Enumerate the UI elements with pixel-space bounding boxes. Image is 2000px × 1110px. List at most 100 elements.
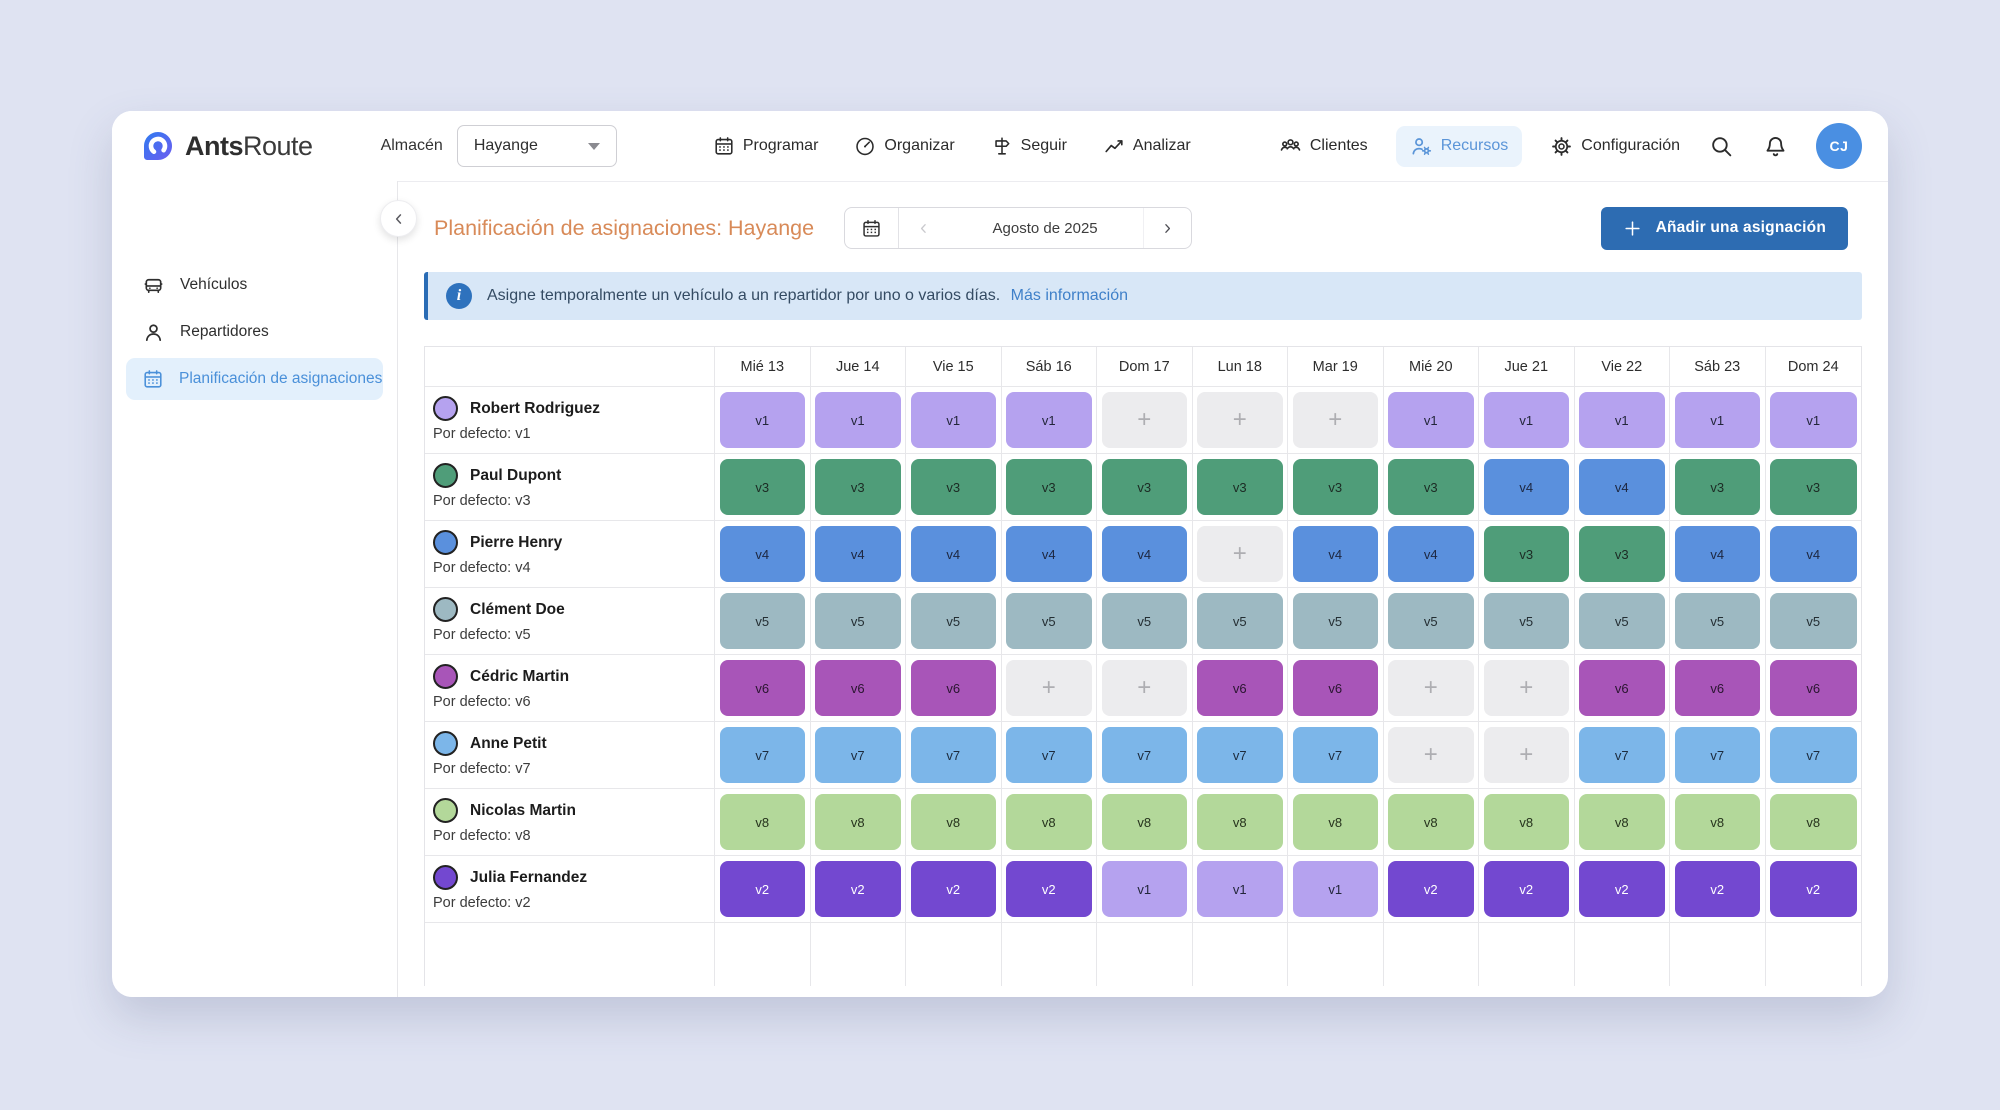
nav-item-recursos[interactable]: Recursos (1395, 125, 1523, 167)
assignment-cell[interactable]: v3 (1383, 454, 1479, 521)
assignment-chip[interactable]: v6 (719, 660, 805, 716)
assignment-chip[interactable]: v1 (1579, 392, 1665, 448)
assignment-chip[interactable]: v2 (719, 861, 805, 917)
assignment-cell[interactable]: v3 (1479, 521, 1575, 588)
assignment-chip[interactable]: v4 (1674, 526, 1760, 582)
assignment-chip[interactable]: v1 (1674, 392, 1760, 448)
assignment-cell[interactable]: + (1192, 387, 1288, 454)
assignment-cell[interactable]: v1 (1765, 387, 1861, 454)
assignment-cell[interactable]: + (1097, 387, 1193, 454)
assignment-cell[interactable]: v7 (1574, 722, 1670, 789)
assignment-chip[interactable]: v5 (1579, 593, 1665, 649)
assignment-cell[interactable]: v1 (810, 387, 906, 454)
assignment-chip[interactable]: v1 (719, 392, 805, 448)
assignment-cell[interactable]: v7 (1001, 722, 1097, 789)
assignment-chip[interactable]: v7 (719, 727, 805, 783)
assignment-cell[interactable]: v7 (1097, 722, 1193, 789)
empty-assignment-chip[interactable]: + (1483, 660, 1569, 716)
calendar-picker-button[interactable] (845, 208, 900, 248)
assignment-cell[interactable]: v2 (1001, 856, 1097, 923)
assignment-cell[interactable]: v3 (906, 454, 1002, 521)
assignment-chip[interactable]: v1 (910, 392, 996, 448)
assignment-chip[interactable]: v5 (815, 593, 901, 649)
nav-item-analizar[interactable]: Analizar (1103, 135, 1191, 157)
assignment-chip[interactable]: v7 (1674, 727, 1760, 783)
assignment-chip[interactable]: v2 (1770, 861, 1857, 917)
assignment-chip[interactable]: v2 (910, 861, 996, 917)
assignment-cell[interactable]: v4 (1479, 454, 1575, 521)
assignment-cell[interactable]: v5 (1001, 588, 1097, 655)
assignment-chip[interactable]: v8 (1006, 794, 1092, 850)
assignment-chip[interactable]: v6 (1292, 660, 1378, 716)
assignment-cell[interactable]: + (1479, 722, 1575, 789)
assignment-chip[interactable]: v7 (1197, 727, 1283, 783)
assignment-chip[interactable]: v4 (1483, 459, 1569, 515)
sidebar-item-planificaci-n-de-asignaciones[interactable]: Planificación de asignaciones (126, 358, 383, 400)
assignment-cell[interactable]: v7 (715, 722, 811, 789)
assignment-cell[interactable]: v2 (906, 856, 1002, 923)
assignment-chip[interactable]: v1 (1197, 861, 1283, 917)
assignment-cell[interactable]: v2 (1670, 856, 1766, 923)
assignment-chip[interactable]: v6 (1197, 660, 1283, 716)
empty-assignment-chip[interactable]: + (1101, 660, 1187, 716)
assignment-cell[interactable]: v7 (906, 722, 1002, 789)
assignment-cell[interactable]: + (1097, 655, 1193, 722)
assignment-chip[interactable]: v5 (1388, 593, 1474, 649)
assignment-chip[interactable]: v5 (1292, 593, 1378, 649)
assignment-cell[interactable]: v7 (1192, 722, 1288, 789)
assignment-cell[interactable]: v3 (1192, 454, 1288, 521)
assignment-chip[interactable]: v7 (815, 727, 901, 783)
assignment-chip[interactable]: v7 (1292, 727, 1378, 783)
empty-assignment-chip[interactable]: + (1292, 392, 1378, 448)
assignment-chip[interactable]: v2 (1483, 861, 1569, 917)
assignment-chip[interactable]: v3 (1292, 459, 1378, 515)
sidebar-item-repartidores[interactable]: Repartidores (126, 311, 383, 353)
assignment-cell[interactable]: v2 (1383, 856, 1479, 923)
assignment-chip[interactable]: v6 (1674, 660, 1760, 716)
assignment-cell[interactable]: v1 (1288, 856, 1384, 923)
assignment-cell[interactable]: v1 (1192, 856, 1288, 923)
assignment-cell[interactable]: v1 (1670, 387, 1766, 454)
assignment-chip[interactable]: v3 (1101, 459, 1187, 515)
assignment-chip[interactable]: v5 (719, 593, 805, 649)
assignment-chip[interactable]: v2 (1006, 861, 1092, 917)
assignment-cell[interactable]: v4 (1288, 521, 1384, 588)
assignment-cell[interactable]: v7 (1288, 722, 1384, 789)
empty-assignment-chip[interactable]: + (1006, 660, 1092, 716)
assignment-chip[interactable]: v2 (1579, 861, 1665, 917)
assignment-chip[interactable]: v4 (1006, 526, 1092, 582)
assignment-chip[interactable]: v7 (1006, 727, 1092, 783)
assignment-cell[interactable]: v8 (1288, 789, 1384, 856)
assignment-chip[interactable]: v1 (1483, 392, 1569, 448)
assignment-cell[interactable]: v5 (810, 588, 906, 655)
assignment-chip[interactable]: v3 (1388, 459, 1474, 515)
assignment-chip[interactable]: v3 (719, 459, 805, 515)
assignment-cell[interactable]: + (1001, 655, 1097, 722)
assignment-cell[interactable]: v8 (1192, 789, 1288, 856)
assignment-cell[interactable]: v3 (715, 454, 811, 521)
assignment-cell[interactable]: v4 (906, 521, 1002, 588)
assignment-cell[interactable]: v5 (1670, 588, 1766, 655)
assignment-cell[interactable]: v5 (1574, 588, 1670, 655)
assignment-chip[interactable]: v1 (1101, 861, 1187, 917)
assignment-cell[interactable]: v4 (1574, 454, 1670, 521)
assignment-cell[interactable]: v2 (1574, 856, 1670, 923)
assignment-cell[interactable]: v4 (810, 521, 906, 588)
assignment-cell[interactable]: v5 (1479, 588, 1575, 655)
assignment-cell[interactable]: v6 (1765, 655, 1861, 722)
assignment-chip[interactable]: v7 (1770, 727, 1857, 783)
assignment-cell[interactable]: v3 (1001, 454, 1097, 521)
assignment-chip[interactable]: v2 (1674, 861, 1760, 917)
nav-item-configuración[interactable]: Configuración (1550, 135, 1680, 158)
assignment-cell[interactable]: v4 (1097, 521, 1193, 588)
assignment-chip[interactable]: v8 (1483, 794, 1569, 850)
nav-item-clientes[interactable]: Clientes (1279, 135, 1368, 158)
assignment-cell[interactable]: v8 (1574, 789, 1670, 856)
assignment-cell[interactable]: v2 (810, 856, 906, 923)
assignment-cell[interactable]: v8 (810, 789, 906, 856)
assignment-cell[interactable]: v4 (715, 521, 811, 588)
assignment-cell[interactable]: v2 (1479, 856, 1575, 923)
assignment-chip[interactable]: v8 (1674, 794, 1760, 850)
empty-assignment-chip[interactable]: + (1101, 392, 1187, 448)
assignment-cell[interactable]: v6 (1574, 655, 1670, 722)
